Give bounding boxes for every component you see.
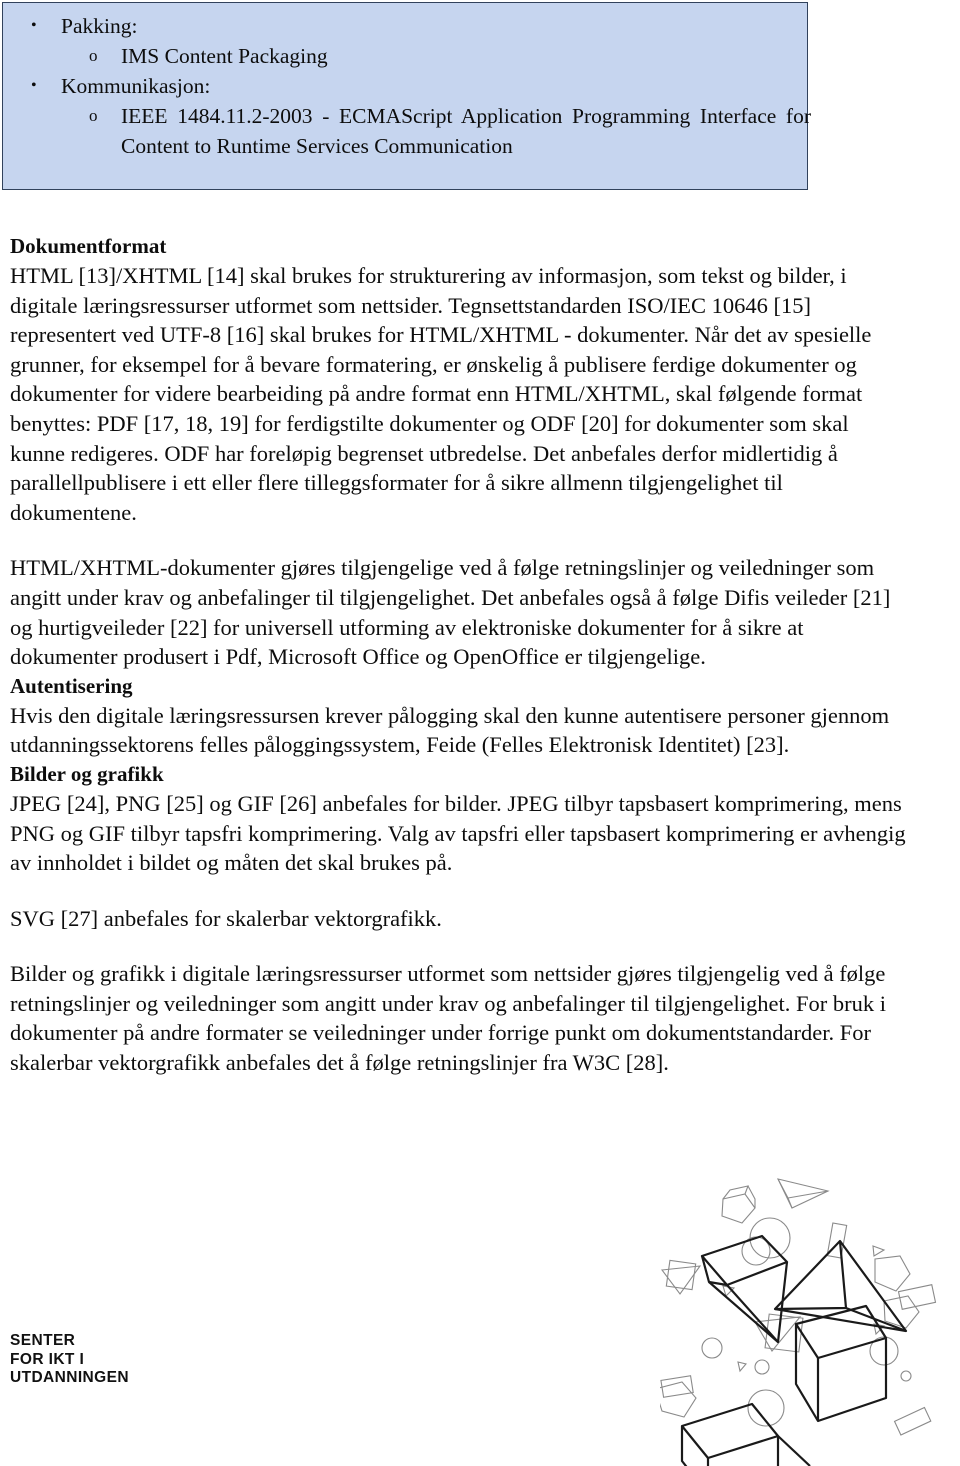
list-item: • Kommunikasjon: o IEEE 1484.11.2-2003 -… bbox=[17, 71, 811, 161]
list-item-label: Pakking: bbox=[61, 14, 138, 38]
circle-bullet-icon: o bbox=[89, 106, 98, 125]
section-heading-autentisering: Autentisering bbox=[10, 673, 133, 698]
logo-line-1: SENTER bbox=[10, 1332, 76, 1349]
list-item: • Pakking: o IMS Content Packaging bbox=[17, 11, 793, 71]
list-item-label: Kommunikasjon: bbox=[61, 74, 211, 98]
bullet-icon: • bbox=[31, 77, 37, 94]
standards-list: • Pakking: o IMS Content Packaging • Kom… bbox=[17, 11, 811, 161]
document-body: Dokumentformat HTML [13]/XHTML [14] skal… bbox=[10, 232, 908, 1078]
sub-list: o IMS Content Packaging bbox=[61, 41, 793, 71]
paragraph: JPEG [24], PNG [25] og GIF [26] anbefale… bbox=[10, 790, 906, 876]
section-heading-dokumentformat: Dokumentformat bbox=[10, 234, 167, 258]
paragraph: HTML/XHTML-dokumenter gjøres tilgjengeli… bbox=[10, 555, 891, 670]
list-item-label: IEEE 1484.11.2-2003 - ECMAScript Applica… bbox=[121, 104, 811, 158]
paragraph: Bilder og grafikk i digitale læringsress… bbox=[10, 961, 887, 1076]
sub-list: o IEEE 1484.11.2-2003 - ECMAScript Appli… bbox=[61, 101, 811, 161]
geometric-shapes-decoration bbox=[660, 1146, 960, 1466]
list-item-label: IMS Content Packaging bbox=[121, 44, 328, 68]
circle-bullet-icon: o bbox=[89, 46, 98, 65]
list-item: o IEEE 1484.11.2-2003 - ECMAScript Appli… bbox=[61, 101, 811, 161]
logo-line-2: FOR IKT I bbox=[10, 1350, 85, 1368]
standards-callout-box: • Pakking: o IMS Content Packaging • Kom… bbox=[2, 2, 811, 190]
organization-logo: SENTER FOR IKT I UTDANNINGEN bbox=[10, 1332, 129, 1388]
bullet-icon: • bbox=[31, 17, 37, 34]
list-item: o IMS Content Packaging bbox=[61, 41, 793, 71]
paragraph: SVG [27] anbefales for skalerbar vektorg… bbox=[10, 905, 442, 931]
paragraph: HTML [13]/XHTML [14] skal brukes for str… bbox=[10, 263, 872, 525]
paragraph: Hvis den digitale læringsressursen kreve… bbox=[10, 702, 890, 758]
section-heading-bilder-og-grafikk: Bilder og grafikk bbox=[10, 761, 164, 786]
logo-line-3: UTDANNINGEN bbox=[10, 1369, 129, 1386]
